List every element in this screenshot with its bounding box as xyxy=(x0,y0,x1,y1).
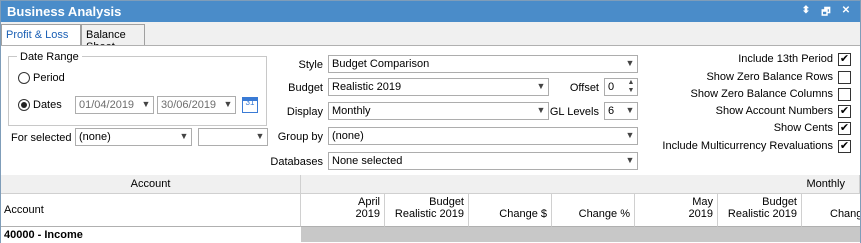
include-multicurrency-revaluations-label: Include Multicurrency Revaluations xyxy=(662,140,833,152)
gl-levels-label: GL Levels xyxy=(549,106,599,118)
change-dollar-column-header-2[interactable]: Chang xyxy=(802,194,860,227)
april-column-header[interactable]: April 2019 xyxy=(301,194,385,227)
close-icon[interactable]: ✕ xyxy=(839,5,853,16)
date-from-field[interactable]: 01/04/2019 ▼ xyxy=(75,96,154,114)
calendar-icon-day: 31 xyxy=(245,98,255,107)
account-column-header[interactable]: Account xyxy=(1,194,301,227)
may-column-header[interactable]: May 2019 xyxy=(635,194,718,227)
column-header-line: May xyxy=(692,196,713,208)
date-range-legend: Date Range xyxy=(17,51,82,63)
chevron-down-icon[interactable]: ▼ xyxy=(223,99,233,111)
check-icon: ✔ xyxy=(839,53,850,65)
table-row[interactable]: 40000 - Income xyxy=(1,227,860,242)
tab-balance-sheet[interactable]: Balance Sheet xyxy=(81,24,145,53)
style-dropdown[interactable]: Budget Comparison ▼ xyxy=(328,55,638,73)
show-zero-balance-rows-label: Show Zero Balance Rows xyxy=(706,71,833,83)
chevron-down-icon[interactable]: ▼ xyxy=(141,99,151,111)
style-value: Budget Comparison xyxy=(332,58,430,70)
column-header-line: April xyxy=(357,196,380,208)
restore-icon[interactable]: 🗗 xyxy=(819,5,833,22)
for-selected-value: (none) xyxy=(79,131,111,143)
display-label: Display xyxy=(286,106,323,118)
databases-label: Databases xyxy=(270,156,323,168)
dates-radio[interactable] xyxy=(18,99,30,111)
for-selected-label: For selected xyxy=(11,132,72,144)
style-label: Style xyxy=(298,59,323,71)
check-icon: ✔ xyxy=(839,105,850,117)
period-radio-label: Period xyxy=(33,72,65,84)
include-13th-period-label: Include 13th Period xyxy=(738,53,833,65)
report-grid: Account Monthly Account April 2019 Budget… xyxy=(1,175,860,243)
change-dollar-column-header[interactable]: Change $ xyxy=(469,194,552,227)
account-cell: 40000 - Income xyxy=(1,227,301,242)
group-by-label: Group by xyxy=(277,131,323,143)
for-selected-value-dropdown[interactable]: ▼ xyxy=(198,128,268,146)
calendar-icon[interactable]: 31 xyxy=(242,97,258,113)
options-panel: Date Range Period Dates 01/04/2019 ▼ 30/… xyxy=(1,45,860,175)
show-cents-label: Show Cents xyxy=(773,122,833,134)
check-icon: ✔ xyxy=(839,140,850,152)
column-header-line: Budget xyxy=(762,196,797,208)
date-range-group xyxy=(8,56,267,126)
budget-dropdown[interactable]: Realistic 2019 ▼ xyxy=(328,78,549,96)
budget-label: Budget xyxy=(288,82,323,94)
include-13th-period-checkbox[interactable]: ✔ xyxy=(838,53,851,66)
offset-value: 0 xyxy=(608,81,615,93)
dates-radio-label: Dates xyxy=(33,99,62,111)
budget-column-header-2[interactable]: Budget Realistic 2019 xyxy=(718,194,802,227)
account-group-header: Account xyxy=(1,175,301,194)
title-bar: Business Analysis ⬍ 🗗 ✕ xyxy=(1,1,860,22)
databases-dropdown[interactable]: None selected ▼ xyxy=(328,152,638,170)
databases-value: None selected xyxy=(332,155,403,167)
show-zero-balance-columns-checkbox[interactable] xyxy=(838,88,851,101)
business-analysis-window: Business Analysis ⬍ 🗗 ✕ Profit & Loss Ba… xyxy=(0,0,861,243)
chevron-down-icon[interactable]: ▼ xyxy=(179,131,189,143)
date-to-field[interactable]: 30/06/2019 ▼ xyxy=(157,96,236,114)
show-cents-checkbox[interactable]: ✔ xyxy=(838,122,851,135)
group-by-dropdown[interactable]: (none) ▼ xyxy=(328,127,638,145)
window-title: Business Analysis xyxy=(7,4,122,19)
date-from-value: 01/04/2019 xyxy=(79,99,135,111)
column-header-line: Budget xyxy=(429,196,464,208)
group-by-value: (none) xyxy=(332,130,364,142)
budget-column-header[interactable]: Budget Realistic 2019 xyxy=(385,194,469,227)
for-selected-dropdown[interactable]: (none) ▼ xyxy=(75,128,192,146)
show-account-numbers-checkbox[interactable]: ✔ xyxy=(838,105,851,118)
budget-value: Realistic 2019 xyxy=(332,81,402,93)
display-dropdown[interactable]: Monthly ▼ xyxy=(328,102,549,120)
gl-levels-value: 6 xyxy=(608,105,615,117)
display-value: Monthly xyxy=(332,105,371,117)
period-radio[interactable] xyxy=(18,72,30,84)
show-zero-balance-columns-label: Show Zero Balance Columns xyxy=(690,88,833,100)
row-values xyxy=(301,227,860,242)
column-header-line: Realistic 2019 xyxy=(394,208,464,220)
column-header-line: 2019 xyxy=(355,208,380,220)
include-multicurrency-revaluations-checkbox[interactable]: ✔ xyxy=(838,140,851,153)
check-icon: ✔ xyxy=(839,122,850,134)
show-zero-balance-rows-checkbox[interactable] xyxy=(838,71,851,84)
change-pct-column-header[interactable]: Change % xyxy=(552,194,635,227)
show-account-numbers-label: Show Account Numbers xyxy=(715,105,833,117)
column-header-line: Realistic 2019 xyxy=(727,208,797,220)
chevron-down-icon[interactable]: ▼ xyxy=(625,155,635,167)
pin-icon[interactable]: ⬍ xyxy=(799,5,813,16)
offset-label: Offset xyxy=(569,82,599,94)
column-header-line: 2019 xyxy=(688,208,713,220)
tab-profit-loss[interactable]: Profit & Loss xyxy=(1,24,81,46)
monthly-group-header: Monthly xyxy=(301,175,860,194)
chevron-down-icon[interactable]: ▼ xyxy=(536,81,546,93)
date-to-value: 30/06/2019 xyxy=(161,99,217,111)
